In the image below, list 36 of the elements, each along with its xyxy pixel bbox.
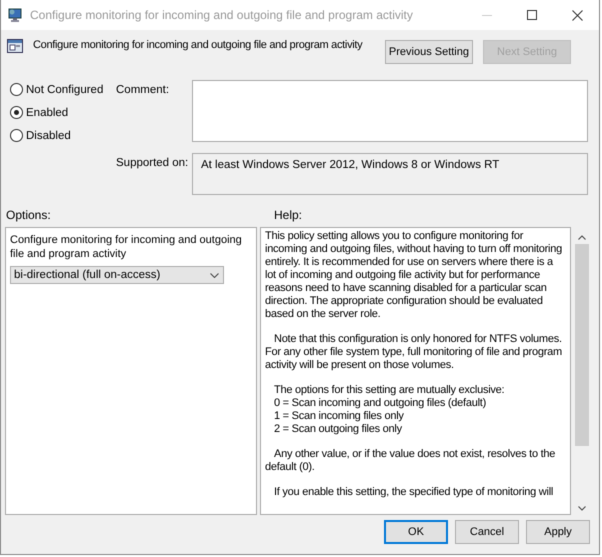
scrollbar-thumb[interactable]	[574, 244, 588, 446]
help-paragraph: Note that this configuration is only honored for NTFS volumes. For any other file system type, full monitoring of file and program activity will be present on those volumes.	[265, 333, 563, 372]
dialog-button[interactable]: Apply	[526, 520, 590, 544]
maximize-icon[interactable]	[527, 10, 537, 20]
help-paragraph: This policy setting allows you to configure monitoring for incoming and outgoing files, without having to turn off monitoring entirely. It is recommended for use on servers where there is a lot of incoming and outgoing file activity but for performance reasons need to have scanning disabled for a particular scan direction. The appropriate configuration should be evaluated based on the server role.	[265, 230, 563, 321]
help-paragraph: 1 = Scan incoming files only	[273, 410, 405, 423]
chevron-up-icon[interactable]	[578, 235, 586, 240]
supported-on-label: Supported on:	[116, 156, 190, 171]
setting-nav-button[interactable]: Previous Setting	[384, 40, 473, 64]
radio-label[interactable]: Not Configured	[26, 84, 104, 96]
help-paragraph: If you enable this setting, the specified type of monitoring will	[273, 486, 554, 499]
options-label: Options:	[6, 208, 52, 224]
computer-icon	[8, 7, 24, 23]
option-description: Configure monitoring for incoming and outgoing file and program activity	[10, 233, 243, 261]
help-paragraph: Any other value, or if the value does not exist, resolves to the default (0).	[265, 448, 556, 474]
settings-window-icon	[7, 38, 23, 54]
comment-label: Comment:	[116, 83, 170, 98]
comment-field[interactable]	[192, 80, 588, 142]
help-label: Help:	[274, 208, 302, 224]
supported-on-field: At least Windows Server 2012, Windows 8 or Windows RT	[192, 153, 588, 195]
radio-button[interactable]	[10, 83, 23, 96]
radio-label[interactable]: Disabled	[26, 130, 71, 142]
help-paragraph: The options for this setting are mutually exclusive:	[273, 384, 506, 397]
window-title: Configure monitoring for incoming and outgoing file and program activity	[30, 8, 414, 22]
radio-button[interactable]	[10, 129, 23, 142]
radio-label[interactable]: Enabled	[26, 106, 68, 118]
help-paragraph: 0 = Scan incoming and outgoing files (default)	[273, 397, 488, 410]
close-icon[interactable]	[572, 10, 583, 20]
chevron-down-icon[interactable]	[578, 506, 586, 511]
chevron-down-icon	[210, 272, 219, 278]
scan-direction-dropdown[interactable]: bi-directional (full on-access)	[10, 266, 224, 284]
policy-title: Configure monitoring for incoming and outgoing file and program activity	[33, 39, 364, 51]
dialog-button[interactable]: OK	[384, 520, 448, 544]
dialog-button[interactable]: Cancel	[455, 520, 519, 544]
radio-button[interactable]	[10, 106, 23, 119]
help-paragraph: 2 = Scan outgoing files only	[273, 423, 403, 436]
